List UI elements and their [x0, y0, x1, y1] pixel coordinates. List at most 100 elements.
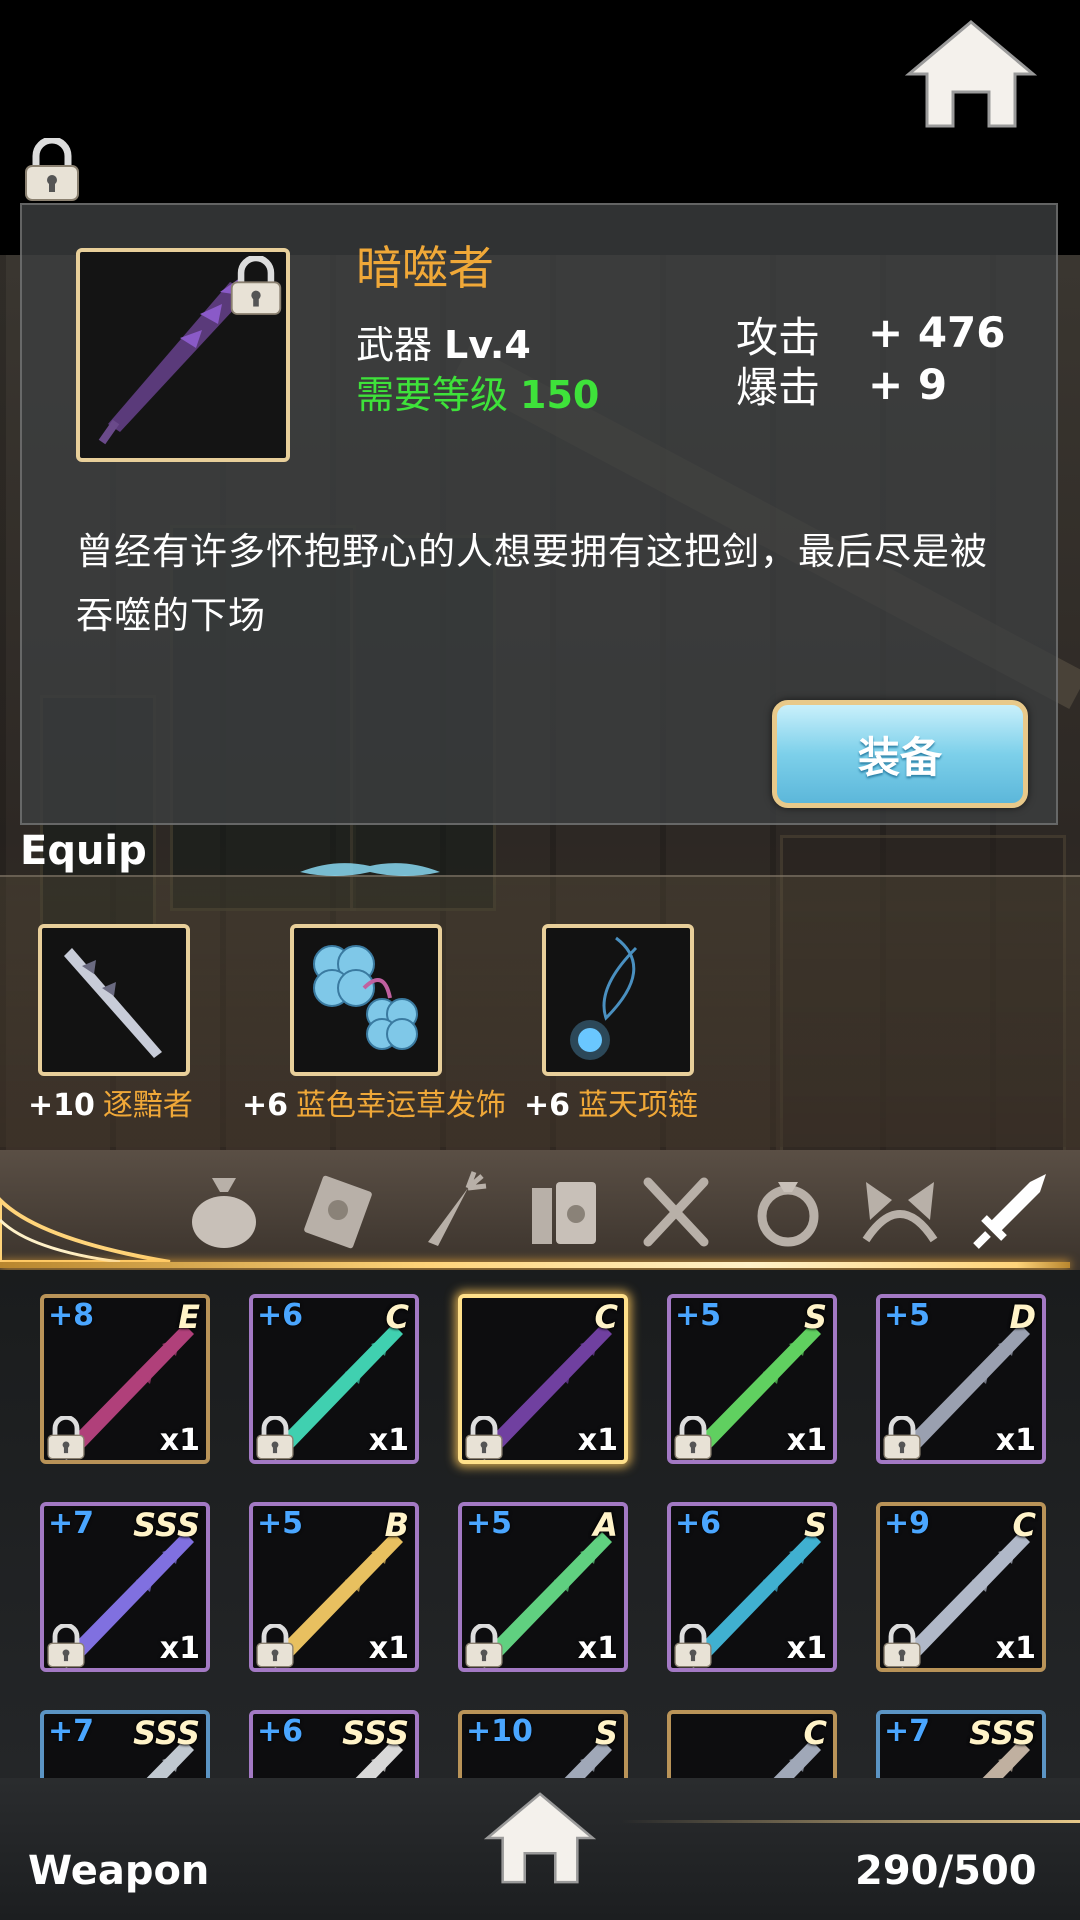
- item-enhance-level: +5: [675, 1298, 722, 1333]
- inventory-item[interactable]: +7 SSS: [40, 1710, 210, 1778]
- ornament-icon: [300, 863, 440, 876]
- item-requirement: 需要等级 150: [356, 364, 599, 419]
- inventory-item[interactable]: Cx1: [458, 1294, 628, 1464]
- equip-button-label: 装备: [857, 732, 942, 782]
- clover-hairpin-icon: [313, 945, 418, 1050]
- item-rank: S: [594, 1714, 618, 1752]
- inventory-item[interactable]: +5 Bx1: [249, 1502, 419, 1672]
- item-lock-icon[interactable]: [44, 1624, 88, 1668]
- inventory-item[interactable]: +5 Dx1: [876, 1294, 1046, 1464]
- footer-divider: [620, 1820, 1080, 1823]
- equip-button[interactable]: 装备: [772, 700, 1028, 808]
- item-enhance-level: +5: [884, 1298, 931, 1333]
- equipped-name: 蓝天项链: [578, 1088, 699, 1123]
- item-lock-icon[interactable]: [880, 1624, 924, 1668]
- requirement-label: 需要等级: [356, 373, 509, 417]
- equipped-name: 逐黯者: [102, 1088, 193, 1123]
- utensils-icon[interactable]: [634, 1168, 718, 1252]
- requirement-value: 150: [520, 373, 600, 417]
- item-lock-icon[interactable]: [462, 1416, 506, 1460]
- equip-section-title: Equip: [20, 828, 147, 874]
- item-rank: A: [593, 1506, 618, 1544]
- inventory-item[interactable]: +10 S: [458, 1710, 628, 1778]
- item-rank: D: [1009, 1298, 1036, 1336]
- item-quantity: x1: [786, 1631, 827, 1666]
- item-quantity: x1: [368, 1631, 409, 1666]
- inventory-item[interactable]: C: [667, 1710, 837, 1778]
- equipped-slot-necklace[interactable]: [542, 924, 694, 1076]
- equipped-label-weapon: +10 逐黯者: [28, 1080, 193, 1124]
- equipped-label-necklace: +6 蓝天项链: [524, 1080, 698, 1124]
- carrot-icon[interactable]: [408, 1168, 492, 1252]
- item-quantity: x1: [577, 1423, 618, 1458]
- inventory-item[interactable]: +7 SSS: [876, 1710, 1046, 1778]
- stat-label-crit: 爆击: [736, 363, 821, 412]
- item-enhance-level: +10: [466, 1714, 533, 1749]
- tabs-divider: [0, 1262, 1070, 1268]
- item-quantity: x1: [995, 1423, 1036, 1458]
- books-icon[interactable]: [522, 1168, 606, 1252]
- item-rank: SSS: [133, 1506, 200, 1544]
- home-icon[interactable]: [484, 1790, 596, 1886]
- bag-icon[interactable]: [182, 1168, 266, 1252]
- equipped-slot-weapon[interactable]: [38, 924, 190, 1076]
- item-rank: S: [803, 1298, 827, 1336]
- item-type: 武器 Lv.4: [356, 314, 531, 369]
- item-lock-icon[interactable]: [671, 1624, 715, 1668]
- inventory-item[interactable]: +7 SSS x1: [40, 1502, 210, 1672]
- item-level: Lv.4: [444, 323, 531, 367]
- inventory-item[interactable]: +8 Ex1: [40, 1294, 210, 1464]
- item-lock-icon[interactable]: [253, 1416, 297, 1460]
- item-enhance-level: +6: [257, 1714, 304, 1749]
- necklace-icon: [570, 936, 638, 1060]
- item-lock-icon[interactable]: [880, 1416, 924, 1460]
- item-rank: C: [1012, 1506, 1036, 1544]
- inventory-item[interactable]: +5 Sx1: [667, 1294, 837, 1464]
- item-rank: C: [385, 1298, 409, 1336]
- inventory-item[interactable]: +6 Cx1: [249, 1294, 419, 1464]
- inventory-item[interactable]: +6 Sx1: [667, 1502, 837, 1672]
- item-rank: C: [594, 1298, 618, 1336]
- item-rank: E: [178, 1298, 200, 1336]
- item-quantity: x1: [159, 1423, 200, 1458]
- item-description: 曾经有许多怀抱野心的人想要拥有这把剑，最后尽是被吞噬的下场: [76, 530, 988, 637]
- inventory-count: 290/500: [855, 1848, 1037, 1894]
- item-lock-icon[interactable]: [228, 256, 284, 316]
- item-rank: SSS: [969, 1714, 1036, 1752]
- lock-icon[interactable]: [22, 138, 82, 202]
- silver-sword-icon: [64, 948, 162, 1058]
- item-enhance-level: +7: [48, 1506, 95, 1541]
- item-lock-icon[interactable]: [671, 1416, 715, 1460]
- letter-icon[interactable]: [296, 1168, 380, 1252]
- cat-ears-icon[interactable]: [858, 1168, 942, 1252]
- footer-title: Weapon: [28, 1848, 210, 1894]
- item-enhance-level: +5: [466, 1506, 513, 1541]
- item-type-label: 武器: [356, 323, 433, 367]
- home-icon[interactable]: [905, 18, 1037, 130]
- equipped-plus: +6: [524, 1088, 571, 1123]
- item-enhance-level: +7: [48, 1714, 95, 1749]
- sword-icon[interactable]: [970, 1168, 1054, 1252]
- item-lock-icon[interactable]: [462, 1624, 506, 1668]
- equipped-plus: +10: [28, 1088, 95, 1123]
- item-enhance-level: +7: [884, 1714, 931, 1749]
- item-enhance-level: +9: [884, 1506, 931, 1541]
- item-lock-icon[interactable]: [44, 1416, 88, 1460]
- inventory-item[interactable]: +5 Ax1: [458, 1502, 628, 1672]
- item-quantity: x1: [577, 1631, 618, 1666]
- inventory-item[interactable]: +6 SSS: [249, 1710, 419, 1778]
- item-enhance-level: +6: [675, 1506, 722, 1541]
- item-enhance-level: +5: [257, 1506, 304, 1541]
- item-name: 暗噬者: [356, 241, 494, 295]
- item-quantity: x1: [368, 1423, 409, 1458]
- equipped-slot-hairpin[interactable]: [290, 924, 442, 1076]
- stat-value-crit: + 9: [868, 360, 948, 409]
- equipped-plus: +6: [242, 1088, 289, 1123]
- item-enhance-level: +8: [48, 1298, 95, 1333]
- item-rank: S: [803, 1506, 827, 1544]
- ring-icon[interactable]: [746, 1168, 830, 1252]
- item-lock-icon[interactable]: [253, 1624, 297, 1668]
- stat-value-attack: + 476: [868, 308, 1006, 357]
- inventory-item[interactable]: +9 Cx1: [876, 1502, 1046, 1672]
- item-rank: SSS: [342, 1714, 409, 1752]
